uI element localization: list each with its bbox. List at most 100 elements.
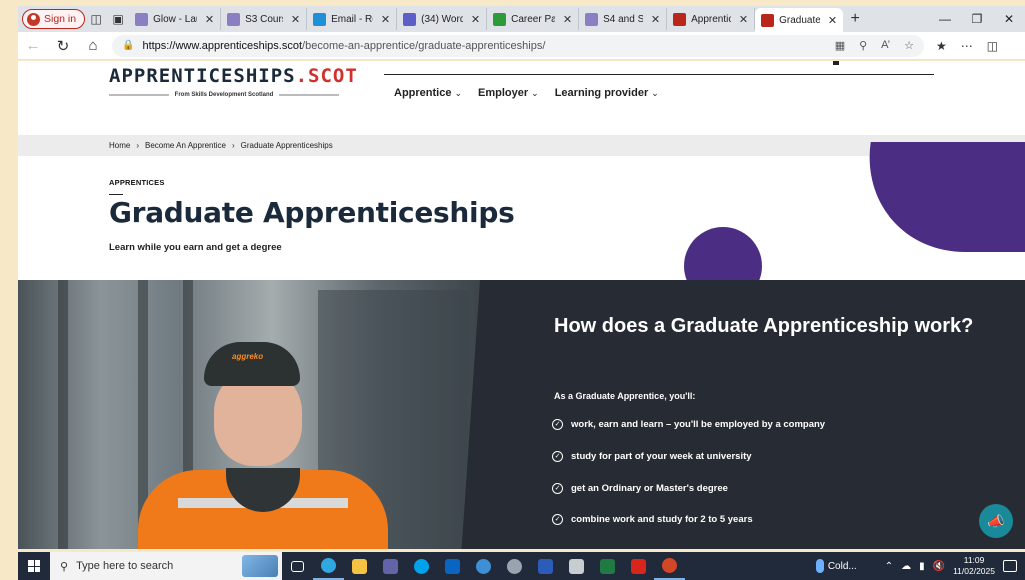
taskbar-search-input[interactable]: ⚲ Type here to search <box>50 552 282 580</box>
browser-tab[interactable]: Glow - Lau ✕ <box>129 8 222 30</box>
sidebar-icon[interactable]: ◫ <box>987 39 998 53</box>
browser-tab-active[interactable]: Graduate A ✕ <box>755 8 844 32</box>
notifications-icon[interactable] <box>1003 560 1017 572</box>
chevron-right-icon: › <box>231 141 235 150</box>
check-circle-icon: ✓ <box>552 419 563 430</box>
film-icon[interactable] <box>561 552 592 580</box>
tab-actions-icon[interactable]: ▣ <box>107 9 129 29</box>
tab-favicon-icon <box>493 12 507 26</box>
chevron-down-icon: ⌄ <box>651 88 659 98</box>
browser-tab[interactable]: Apprentice ✕ <box>667 8 756 30</box>
workspaces-icon[interactable]: ◫ <box>85 9 107 29</box>
file-explorer-icon[interactable] <box>344 552 375 580</box>
volume-icon[interactable]: 🔇 <box>933 561 945 572</box>
decorative-shape <box>855 142 1025 252</box>
word-icon[interactable] <box>530 552 561 580</box>
chevron-down-icon: ⌄ <box>454 88 463 98</box>
check-circle-icon: ✓ <box>552 451 563 462</box>
search-placeholder: Type here to search <box>76 560 174 572</box>
close-tab-icon[interactable]: ✕ <box>291 13 300 26</box>
tab-favicon-icon <box>585 12 599 26</box>
more-options-icon[interactable]: ⋯ <box>961 39 973 53</box>
nav-apprentice[interactable]: Apprentice ⌄ <box>394 87 462 99</box>
close-tab-icon[interactable]: ✕ <box>205 13 214 26</box>
app-available-icon[interactable]: ▦ <box>835 39 845 52</box>
skype-icon[interactable] <box>406 552 437 580</box>
cap-logo: aggreko <box>232 352 264 361</box>
home-icon[interactable]: ⌂ <box>78 37 108 54</box>
browser-tab[interactable]: (34) Word ✕ <box>397 8 488 30</box>
browser-tab[interactable]: S3 Course ✕ <box>221 8 308 30</box>
window-controls: — ❐ ✕ <box>929 12 1025 26</box>
browser-tab[interactable]: Career Path ✕ <box>487 8 580 30</box>
page-title: Graduate Apprenticeships <box>109 196 515 229</box>
tab-favicon-icon <box>403 12 417 26</box>
section-title: How does a Graduate Apprenticeship work? <box>554 315 974 337</box>
search-highlight-icon <box>242 555 278 577</box>
back-icon[interactable]: ← <box>18 37 48 54</box>
feedback-button[interactable]: 📣 <box>979 504 1013 538</box>
read-aloud-icon[interactable]: A’ <box>881 39 890 52</box>
megaphone-icon: 📣 <box>987 512 1005 529</box>
page-subtitle: Learn while you earn and get a degree <box>109 242 282 253</box>
logo-tagline: From Skills Development Scotland <box>109 92 340 98</box>
app-circle-icon[interactable] <box>468 552 499 580</box>
acrobat-icon[interactable] <box>623 552 654 580</box>
tab-favicon-icon <box>227 12 241 26</box>
tab-favicon-icon <box>135 12 149 26</box>
teams-icon[interactable] <box>375 552 406 580</box>
zoom-icon[interactable]: ⚲ <box>859 39 867 52</box>
list-item: ✓ study for part of your week at univers… <box>552 451 752 462</box>
favorites-icon[interactable]: ★ <box>936 39 947 53</box>
browser-tab-bar: Sign in ◫ ▣ Glow - Lau ✕ S3 Course ✕ Ema… <box>18 6 1025 32</box>
nav-learning-provider[interactable]: Learning provider ⌄ <box>555 87 659 99</box>
minimize-icon[interactable]: — <box>929 12 961 26</box>
restore-icon[interactable]: ❐ <box>961 12 993 26</box>
excel-icon[interactable] <box>592 552 623 580</box>
outlook-icon[interactable] <box>437 552 468 580</box>
kicker-divider <box>109 194 123 195</box>
edge-icon[interactable] <box>313 552 344 580</box>
list-item: ✓ combine work and study for 2 to 5 year… <box>552 514 753 525</box>
sign-in-button[interactable]: Sign in <box>22 9 86 29</box>
favorite-star-icon[interactable]: ☆ <box>904 39 914 52</box>
app-gray-icon[interactable] <box>499 552 530 580</box>
site-logo[interactable]: APPRENTICESHIPS.SCOT <box>109 65 358 87</box>
nav-employer[interactable]: Employer ⌄ <box>478 87 539 99</box>
close-tab-icon[interactable]: ✕ <box>651 13 660 26</box>
breadcrumb-current: Graduate Apprenticeships <box>240 141 333 150</box>
powerpoint-icon[interactable] <box>654 552 685 580</box>
url-path: /become-an-apprentice/graduate-apprentic… <box>302 39 546 52</box>
address-bar-row: ← ↻ ⌂ 🔒 https://www.apprenticeships.scot… <box>18 32 1025 60</box>
close-tab-icon[interactable]: ✕ <box>739 13 748 26</box>
onedrive-icon[interactable]: ☁ <box>901 561 911 572</box>
thermometer-icon <box>815 559 824 573</box>
profile-icon <box>27 12 40 26</box>
header-marker <box>833 61 839 65</box>
weather-widget[interactable]: Cold... <box>815 559 857 573</box>
browser-tab[interactable]: S4 and S5 ✕ <box>579 8 668 30</box>
apprentice-photo: aggreko <box>18 280 480 549</box>
browser-tab[interactable]: Email - Rei ✕ <box>307 8 398 30</box>
task-view-icon[interactable] <box>282 552 313 580</box>
chevron-up-icon[interactable]: ⌃ <box>885 561 893 572</box>
battery-icon[interactable]: ▮ <box>919 561 925 572</box>
start-button[interactable] <box>18 552 50 580</box>
breadcrumb-become-apprentice[interactable]: Become An Apprentice <box>145 141 226 150</box>
section-intro: As a Graduate Apprentice, you'll: <box>554 391 696 401</box>
site-header: APPRENTICESHIPS.SCOT From Skills Develop… <box>18 61 1025 135</box>
windows-taskbar: ⚲ Type here to search Cold... ⌃ ☁ ▮ 🔇 11… <box>18 552 1025 580</box>
close-tab-icon[interactable]: ✕ <box>471 13 480 26</box>
url-input[interactable]: 🔒 https://www.apprenticeships.scot/becom… <box>112 34 924 57</box>
sign-in-label: Sign in <box>44 13 77 25</box>
lock-icon: 🔒 <box>122 40 135 51</box>
new-tab-icon[interactable]: + <box>843 10 867 28</box>
close-tab-icon[interactable]: ✕ <box>381 13 390 26</box>
breadcrumb-home[interactable]: Home <box>109 141 130 150</box>
clock[interactable]: 11:09 11/02/2025 <box>953 555 995 577</box>
close-window-icon[interactable]: ✕ <box>993 12 1025 26</box>
close-tab-icon[interactable]: ✕ <box>563 13 572 26</box>
close-tab-icon[interactable]: ✕ <box>828 14 837 27</box>
web-page: APPRENTICESHIPS.SCOT From Skills Develop… <box>18 61 1025 549</box>
refresh-icon[interactable]: ↻ <box>48 37 78 55</box>
